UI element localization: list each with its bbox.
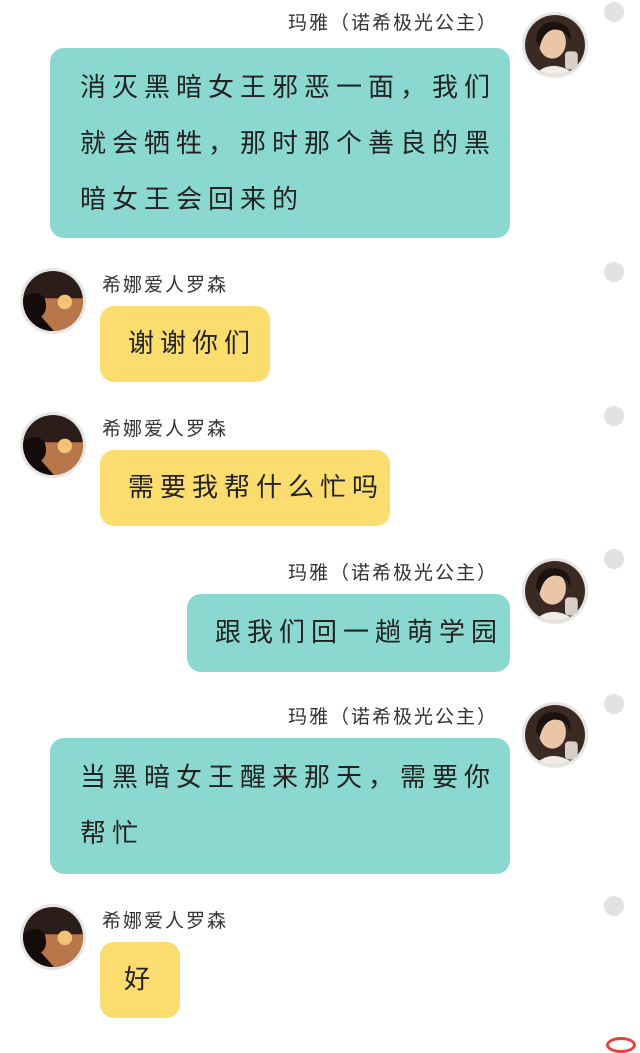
message-status-dot bbox=[604, 2, 624, 22]
sender-name: 希娜爱人罗森 bbox=[102, 274, 229, 296]
message-line: 需要我帮什么忙吗 bbox=[128, 473, 385, 503]
sender-name: 玛雅（诺希极光公主） bbox=[287, 12, 498, 34]
message-status-dot bbox=[604, 262, 624, 282]
avatar-girl-icon bbox=[525, 15, 585, 75]
avatar-maya[interactable] bbox=[522, 558, 588, 624]
message-status-dot bbox=[604, 406, 624, 426]
sender-name: 希娜爱人罗森 bbox=[102, 910, 229, 932]
avatar-rosen[interactable] bbox=[20, 904, 86, 970]
avatar-silhouette-icon bbox=[23, 907, 83, 967]
message-bubble[interactable]: 需要我帮什么忙吗 bbox=[100, 450, 390, 526]
message-line: 谢谢你们 bbox=[128, 329, 257, 359]
avatar-maya[interactable] bbox=[522, 702, 588, 768]
message-line: 好 bbox=[124, 965, 157, 995]
message-status-dot bbox=[604, 694, 624, 714]
avatar-rosen[interactable] bbox=[20, 268, 86, 334]
avatar-girl-icon bbox=[525, 561, 585, 621]
message-bubble[interactable]: 好 bbox=[100, 942, 180, 1018]
avatar-silhouette-icon bbox=[23, 415, 83, 475]
message-bubble[interactable]: 谢谢你们 bbox=[100, 306, 270, 382]
avatar-maya[interactable] bbox=[522, 12, 588, 78]
sender-name: 玛雅（诺希极光公主） bbox=[287, 706, 498, 728]
message-status-dot bbox=[604, 896, 624, 916]
avatar-silhouette-icon bbox=[23, 271, 83, 331]
message-line: 当黑暗女王醒来那天，需要你 bbox=[80, 763, 497, 793]
message-status-dot bbox=[604, 549, 624, 569]
message-bubble[interactable]: 消灭黑暗女王邪恶一面，我们 就会牺牲，那时那个善良的黑 暗女王会回来的 bbox=[50, 48, 510, 238]
message-line: 消灭黑暗女王邪恶一面，我们 bbox=[80, 73, 497, 103]
message-line: 帮忙 bbox=[80, 819, 145, 849]
sender-name: 玛雅（诺希极光公主） bbox=[287, 562, 498, 584]
corner-badge-icon bbox=[606, 1037, 636, 1053]
message-line: 跟我们回一趟萌学园 bbox=[215, 618, 504, 648]
message-bubble[interactable]: 当黑暗女王醒来那天，需要你 帮忙 bbox=[50, 738, 510, 874]
message-line: 暗女王会回来的 bbox=[80, 185, 305, 215]
sender-name: 希娜爱人罗森 bbox=[102, 418, 229, 440]
avatar-girl-icon bbox=[525, 705, 585, 765]
message-line: 就会牺牲，那时那个善良的黑 bbox=[80, 129, 497, 159]
avatar-rosen[interactable] bbox=[20, 412, 86, 478]
message-bubble[interactable]: 跟我们回一趟萌学园 bbox=[187, 594, 510, 672]
